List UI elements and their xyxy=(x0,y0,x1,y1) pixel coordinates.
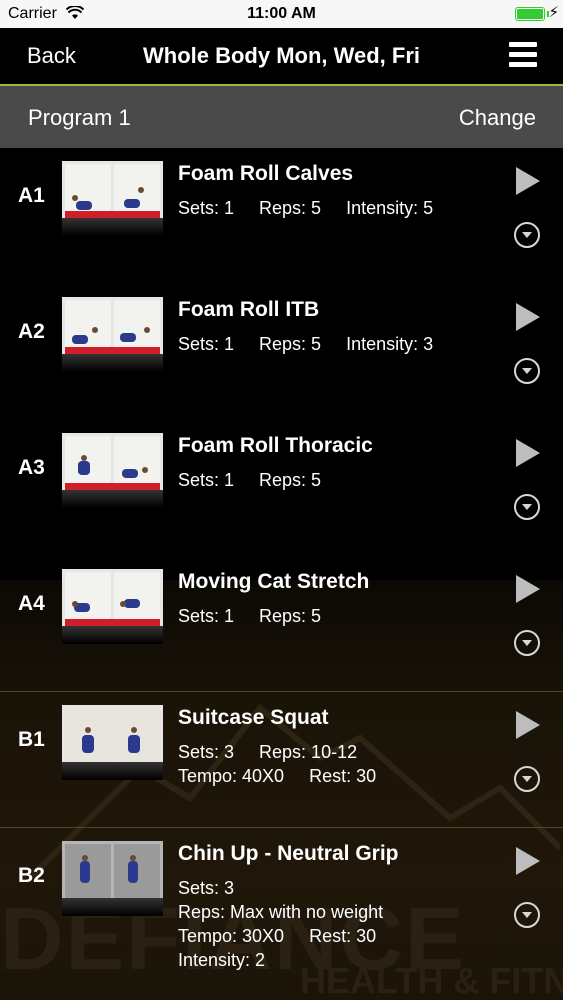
exercise-code: A4 xyxy=(18,592,45,615)
program-bar: Program 1 Change xyxy=(0,86,563,148)
exercise-code: A2 xyxy=(18,320,45,343)
expand-chevron-icon[interactable] xyxy=(514,358,540,384)
exercise-row[interactable]: B2 Chin Up - Neutral Grip Sets: 3 Reps: … xyxy=(0,828,563,1000)
exercise-detail: Reps: Max with no weight xyxy=(178,902,384,922)
exercise-code: B2 xyxy=(18,864,45,887)
exercise-name: Foam Roll Calves xyxy=(178,162,354,185)
status-time: 11:00 AM xyxy=(247,5,316,22)
thumbnail-shadow xyxy=(62,218,163,236)
thumbnail-shadow xyxy=(62,762,163,780)
thumbnail-shadow xyxy=(62,490,163,508)
exercise-detail: Intensity: 2 xyxy=(178,950,266,970)
exercise-detail: Sets: 3 xyxy=(178,878,235,898)
play-icon[interactable] xyxy=(516,575,540,603)
status-bar: Carrier 11:00 AM ⚡ xyxy=(0,0,563,28)
thumbnail-shadow xyxy=(62,626,163,644)
play-icon[interactable] xyxy=(516,847,540,875)
exercise-name: Moving Cat Stretch xyxy=(178,570,370,593)
play-icon[interactable] xyxy=(516,167,540,195)
play-icon[interactable] xyxy=(516,303,540,331)
change-program-button[interactable]: Change xyxy=(459,105,536,131)
thumbnail-shadow xyxy=(62,898,163,916)
exercise-row[interactable]: A1 Foam Roll Calves Sets: 1 Reps: 5 Inte… xyxy=(0,148,563,284)
exercise-name: Chin Up - Neutral Grip xyxy=(178,842,399,865)
exercise-detail: Tempo: 40X0 Rest: 30 xyxy=(178,766,377,786)
exercise-detail: Sets: 3 Reps: 10-12 xyxy=(178,742,358,762)
exercise-row[interactable]: A4 Moving Cat Stretch Sets: 1 Reps: 5 xyxy=(0,556,563,692)
exercise-detail: Sets: 1 Reps: 5 xyxy=(178,470,322,490)
thumbnail-shadow xyxy=(62,354,163,372)
expand-chevron-icon[interactable] xyxy=(514,902,540,928)
expand-chevron-icon[interactable] xyxy=(514,630,540,656)
program-label: Program 1 xyxy=(28,105,131,130)
exercise-name: Foam Roll Thoracic xyxy=(178,434,373,457)
page-title: Whole Body Mon, Wed, Fri xyxy=(142,43,421,68)
battery-icon xyxy=(515,7,545,21)
play-icon[interactable] xyxy=(516,439,540,467)
navigation-bar: Back Whole Body Mon, Wed, Fri xyxy=(0,28,563,86)
exercise-code: B1 xyxy=(18,728,45,751)
hamburger-menu-icon[interactable] xyxy=(509,42,537,68)
exercise-row[interactable]: A2 Foam Roll ITB Sets: 1 Reps: 5 Intensi… xyxy=(0,284,563,420)
exercise-name: Suitcase Squat xyxy=(178,706,329,729)
exercise-detail: Tempo: 30X0 Rest: 30 xyxy=(178,926,377,946)
charging-icon: ⚡ xyxy=(548,4,559,21)
exercise-detail: Sets: 1 Reps: 5 Intensity: 3 xyxy=(178,334,434,354)
expand-chevron-icon[interactable] xyxy=(514,222,540,248)
play-icon[interactable] xyxy=(516,711,540,739)
exercise-row[interactable]: A3 Foam Roll Thoracic Sets: 1 Reps: 5 xyxy=(0,420,563,556)
expand-chevron-icon[interactable] xyxy=(514,494,540,520)
exercise-code: A1 xyxy=(18,184,45,207)
exercise-detail: Sets: 1 Reps: 5 xyxy=(178,606,322,626)
exercise-detail: Sets: 1 Reps: 5 Intensity: 5 xyxy=(178,198,434,218)
exercise-code: A3 xyxy=(18,456,45,479)
expand-chevron-icon[interactable] xyxy=(514,766,540,792)
exercise-row[interactable]: B1 Suitcase Squat Sets: 3 Reps: 10-12 Te… xyxy=(0,692,563,828)
exercise-name: Foam Roll ITB xyxy=(178,298,320,321)
exercise-list[interactable]: DEFIANCE HEALTH & FITNESS A1 Foam Roll C… xyxy=(0,148,563,1000)
